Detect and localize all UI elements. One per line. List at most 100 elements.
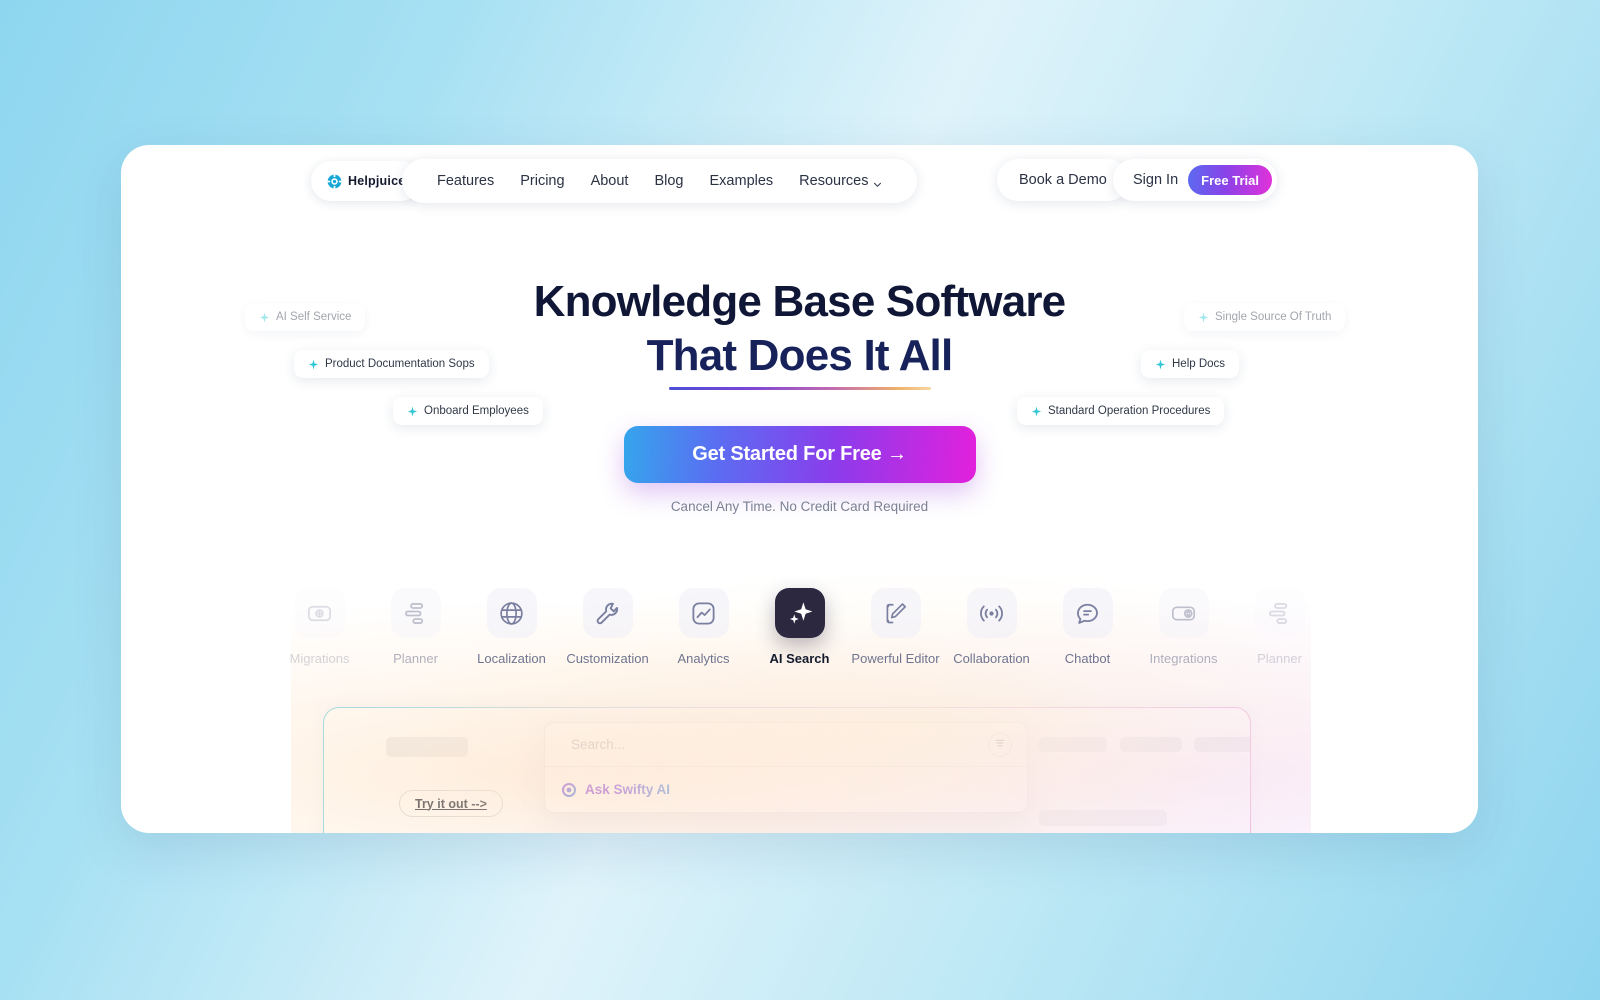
feature-item-powerful-editor[interactable]: Powerful Editor (848, 588, 944, 666)
ai-orb-icon (562, 782, 576, 797)
feature-item-chatbot[interactable]: Chatbot (1040, 588, 1136, 666)
feature-tile (390, 588, 441, 638)
nav-link-about[interactable]: About (578, 173, 642, 189)
nav-link-label: Features (437, 173, 495, 189)
helpjuice-logo-icon (327, 173, 342, 189)
feature-label: Integrations (1149, 651, 1218, 666)
feature-tile (486, 588, 537, 638)
tag-label: Onboard Employees (424, 405, 529, 417)
feature-item-customization[interactable]: Customization (560, 588, 656, 666)
feature-item-analytics[interactable]: Analytics (656, 588, 752, 666)
feature-tile (870, 588, 921, 638)
nav-link-label: About (590, 173, 629, 189)
headline-line-2: That Does It All (646, 330, 954, 380)
placeholder-block-right-1 (1039, 737, 1107, 752)
tag-single-source-of-truth: Single Source Of Truth (1184, 303, 1346, 331)
globe-icon (498, 600, 525, 627)
app-preview-panel: Try it out --> Search... Ask Swifty AI (323, 707, 1251, 833)
book-a-demo-button[interactable]: Book a Demo (997, 159, 1129, 201)
headline-line-1: Knowledge Base Software (533, 277, 1067, 326)
tag-product-documentation-sops: Product Documentation Sops (294, 350, 489, 378)
tag-label: Help Docs (1172, 358, 1226, 370)
feature-label: Migrations (289, 651, 350, 666)
brand-name: Helpjuice (348, 174, 406, 188)
feature-label: Planner (393, 651, 438, 666)
sparkle-icon (1198, 311, 1209, 323)
feature-label: Powerful Editor (851, 651, 940, 666)
broadcast-icon (978, 600, 1005, 627)
feature-tile (1062, 588, 1113, 638)
feature-carousel[interactable]: Migrations Planner Localization Customiz… (121, 588, 1478, 688)
cta-wrapper: Get Started For Free → Cancel Any Time. … (121, 426, 1478, 514)
nav-link-features[interactable]: Features (424, 173, 507, 189)
ask-swifty-ai-row[interactable]: Ask Swifty AI (545, 767, 1027, 812)
tag-label: Product Documentation Sops (325, 358, 475, 370)
sparkle-icon (1155, 358, 1166, 370)
sparkle-icon (1031, 405, 1042, 417)
feature-label: Chatbot (1064, 651, 1111, 666)
feature-label: Localization (477, 651, 546, 666)
sparkle-icon (407, 405, 418, 417)
nav-link-resources[interactable]: Resources (786, 173, 895, 189)
nav-links-group: Features Pricing About Blog Examples Res… (402, 159, 918, 203)
cta-note: Cancel Any Time. No Credit Card Required (670, 499, 929, 515)
nav-link-label: Blog (654, 173, 684, 189)
migrations-icon (306, 600, 333, 627)
feature-tile (582, 588, 633, 638)
nav-link-pricing[interactable]: Pricing (507, 173, 577, 189)
search-dropdown-card: Ask Swifty AI (544, 722, 1028, 813)
sign-in-link[interactable]: Sign In (1133, 172, 1178, 188)
feature-item-planner-2[interactable]: Planner (1232, 588, 1328, 666)
feature-item-collaboration[interactable]: Collaboration (944, 588, 1040, 666)
nav-link-label: Examples (709, 173, 774, 189)
feature-label: Planner (1257, 651, 1302, 666)
chat-bubble-icon (1074, 600, 1101, 627)
feature-item-planner[interactable]: Planner (368, 588, 464, 666)
feature-item-migrations[interactable]: Migrations (272, 588, 368, 666)
search-bar[interactable] (545, 723, 1027, 767)
search-input[interactable] (571, 737, 977, 752)
feature-item-localization[interactable]: Localization (464, 588, 560, 666)
top-navbar: Helpjuice Features Pricing About Blog Ex… (121, 156, 1478, 212)
feature-tile (678, 588, 729, 638)
placeholder-block-left (386, 737, 468, 757)
feature-tile (1254, 588, 1305, 638)
nav-link-blog[interactable]: Blog (641, 173, 696, 189)
tag-label: AI Self Service (276, 311, 352, 323)
sparkle-icon (308, 358, 319, 370)
get-started-button[interactable]: Get Started For Free → (623, 426, 976, 484)
tag-onboard-employees: Onboard Employees (393, 397, 543, 425)
nav-link-label: Pricing (520, 173, 565, 189)
nav-link-label: Resources (799, 173, 869, 189)
try-it-out-button[interactable]: Try it out --> (399, 790, 503, 817)
placeholder-block-right-3 (1194, 737, 1250, 752)
tag-label: Standard Operation Procedures (1048, 405, 1211, 417)
feature-label: Customization (566, 651, 649, 666)
analytics-icon (690, 600, 717, 627)
planner-icon (1266, 600, 1293, 627)
sparkles-icon (785, 598, 815, 628)
feature-item-integrations[interactable]: Integrations (1136, 588, 1232, 666)
page-card: Helpjuice Features Pricing About Blog Ex… (121, 145, 1478, 833)
filter-button[interactable] (988, 732, 1012, 757)
placeholder-block-right-2 (1120, 737, 1182, 752)
ask-swifty-ai-label: Ask Swifty AI (585, 782, 671, 797)
headline-underline (668, 387, 931, 391)
placeholder-block-bottom (1039, 810, 1167, 826)
editor-pen-icon (882, 600, 909, 627)
tag-ai-self-service: AI Self Service (245, 303, 366, 331)
book-a-demo-label: Book a Demo (1019, 172, 1107, 188)
feature-item-ai-search[interactable]: AI Search (752, 588, 848, 666)
feature-label: AI Search (769, 651, 830, 666)
free-trial-button[interactable]: Free Trial (1188, 165, 1272, 195)
feature-label: Analytics (677, 651, 730, 666)
nav-link-examples[interactable]: Examples (697, 173, 787, 189)
sparkle-icon (259, 311, 270, 323)
tag-label: Single Source Of Truth (1215, 311, 1332, 323)
tag-standard-operation-procedures: Standard Operation Procedures (1017, 397, 1225, 425)
feature-tile (294, 588, 345, 638)
feature-tile (1158, 588, 1209, 638)
integrations-icon (1170, 600, 1197, 627)
filter-icon (994, 736, 1006, 754)
auth-group: Sign In Free Trial (1113, 159, 1277, 201)
